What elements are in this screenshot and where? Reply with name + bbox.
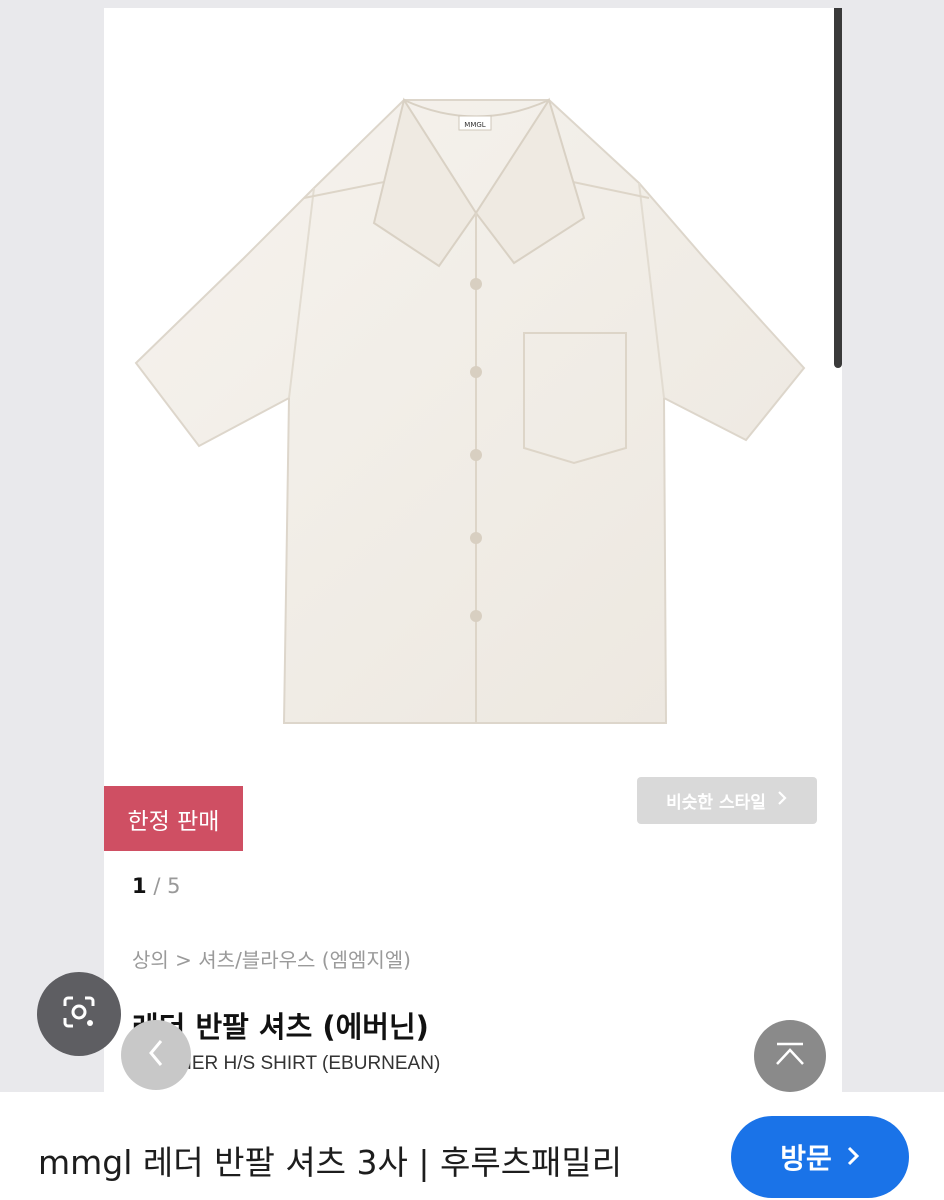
scroll-top-button[interactable] [754, 1020, 826, 1092]
shirt-illustration: MMGL [134, 97, 806, 724]
chevron-left-icon [146, 1038, 166, 1072]
google-lens-icon [59, 992, 99, 1036]
visit-label: 방문 [780, 1142, 832, 1175]
product-card: MMGL 한정 판매 비슷한 스타일 1 / 5 상의 > 셔츠/블라우스 (엠… [104, 8, 842, 1098]
scroll-top-icon [773, 1040, 807, 1072]
result-title[interactable]: mmgl 레더 반팔 셔츠 3사 | 후루츠패밀리 [38, 1136, 622, 1184]
similar-style-button[interactable]: 비슷한 스타일 [637, 777, 817, 824]
chevron-right-icon [776, 790, 788, 811]
previous-button[interactable] [121, 1020, 191, 1090]
similar-style-label: 비슷한 스타일 [666, 793, 766, 813]
shirt-label: MMGL [464, 121, 486, 129]
pager-separator: / [153, 874, 161, 898]
product-image[interactable]: MMGL [104, 8, 842, 768]
visit-button[interactable]: 방문 [731, 1116, 909, 1198]
badge-label: 한정 판매 [127, 808, 220, 835]
limited-sale-badge: 한정 판매 [104, 786, 243, 851]
pager-total: 5 [167, 874, 181, 898]
chevron-right-icon [846, 1141, 860, 1174]
google-lens-button[interactable] [37, 972, 121, 1056]
image-pager: 1 / 5 [132, 874, 180, 898]
breadcrumb[interactable]: 상의 > 셔츠/블라우스 (엠엠지엘) [132, 944, 411, 973]
scrollbar[interactable] [834, 8, 842, 368]
pager-current: 1 [132, 874, 147, 898]
